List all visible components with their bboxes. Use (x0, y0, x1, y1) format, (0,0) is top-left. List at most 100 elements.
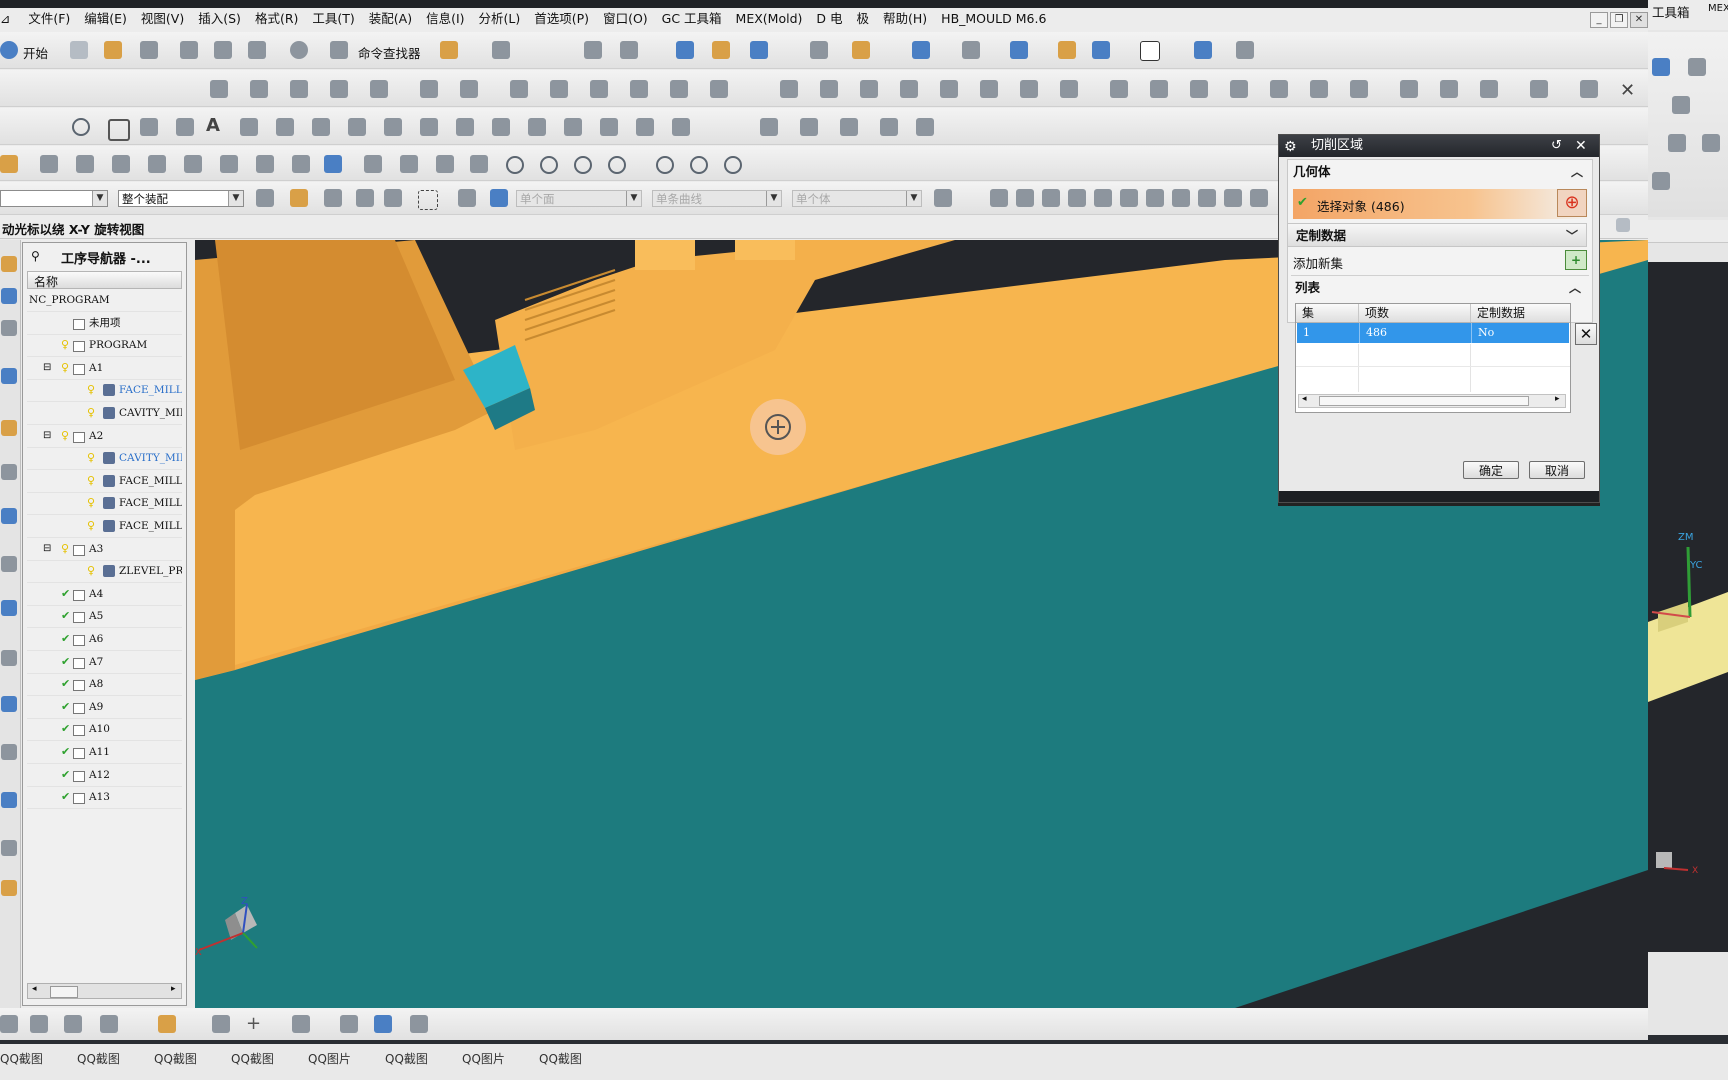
navigator-row[interactable]: ✔ A6 (27, 628, 182, 651)
create-tool-icon[interactable] (250, 80, 268, 98)
navigator-row[interactable]: ♀ FACE_MILLIN (27, 470, 182, 493)
menu-item[interactable]: 极 (850, 8, 877, 28)
assembly-icon[interactable] (0, 1015, 18, 1033)
feature-ops-icon[interactable] (1270, 80, 1288, 98)
replay-path-icon[interactable] (550, 80, 568, 98)
plane-icon[interactable] (712, 41, 730, 59)
cancel-button[interactable]: 取消 (1529, 461, 1585, 479)
restore-button[interactable]: ❐ (1610, 12, 1628, 28)
csys-icon[interactable] (750, 41, 768, 59)
polygon-icon[interactable] (140, 118, 158, 136)
point-icon[interactable] (676, 41, 694, 59)
menu-item[interactable]: 编辑(E) (77, 8, 134, 28)
extend-curve-icon[interactable] (364, 155, 382, 173)
move-component-icon[interactable] (100, 1015, 118, 1033)
rectangle-icon[interactable] (108, 119, 130, 141)
verify-path-icon[interactable] (590, 80, 608, 98)
type-filter-select[interactable]: ▼ (0, 190, 108, 207)
point-set-icon[interactable] (470, 155, 488, 173)
snap-view-icon[interactable] (1236, 41, 1254, 59)
deselect-icon[interactable] (356, 189, 374, 207)
scroll-thumb[interactable] (50, 986, 78, 998)
mold-wizard-icon[interactable] (158, 1015, 176, 1033)
face-select-icon[interactable] (490, 189, 508, 207)
circle-radius-icon[interactable] (656, 156, 674, 174)
circle-full-icon[interactable] (724, 156, 742, 174)
collapse-toggle-icon[interactable]: ⊟ (43, 425, 51, 447)
sketch-icon[interactable] (420, 80, 438, 98)
touch-mode-icon[interactable] (440, 41, 458, 59)
layer-move-icon[interactable] (292, 1015, 310, 1033)
table-row[interactable]: 1 486 No (1297, 323, 1569, 343)
import-icon[interactable] (1530, 80, 1548, 98)
secondary-menu-mex[interactable]: MEX( (1708, 3, 1728, 14)
cut-object-icon[interactable] (980, 80, 998, 98)
menu-item[interactable]: 帮助(H) (876, 8, 934, 28)
box-select-icon[interactable] (418, 190, 438, 210)
custom-data-section-header[interactable]: 定制数据 ﹀ (1287, 223, 1587, 247)
zoom-area-icon[interactable] (1480, 80, 1498, 98)
remove-icon[interactable]: ✕ (1620, 80, 1635, 101)
snap-bounded-icon[interactable] (1224, 189, 1242, 207)
navigator-row[interactable]: ♀ CAVITY_MILL (27, 447, 182, 471)
navigator-row[interactable]: ✔ A10 (27, 718, 182, 742)
geometry-section-header[interactable]: 几何体 ︿ (1287, 160, 1591, 184)
intersect-curve-icon[interactable] (312, 118, 330, 136)
display-path-icon[interactable] (1110, 80, 1128, 98)
taskbar-item[interactable]: QQ图片 (308, 1050, 351, 1067)
menu-item[interactable]: 装配(A) (362, 8, 419, 28)
circle-tangent-icon[interactable] (574, 156, 592, 174)
arc-icon[interactable] (72, 118, 90, 136)
taskbar-item[interactable]: QQ截图 (0, 1050, 43, 1067)
curve-analysis-icon[interactable] (436, 155, 454, 173)
sync-offset-icon[interactable] (840, 118, 858, 136)
list-section-header[interactable]: 列表 ︿ (1291, 275, 1589, 300)
select-object-row[interactable]: ✔ 选择对象 (486) ⊕ (1293, 189, 1589, 219)
command-finder-button[interactable]: 命令查找器 (358, 43, 421, 62)
selection-icon[interactable] (492, 41, 510, 59)
group-icon[interactable] (1400, 80, 1418, 98)
compare-icon[interactable] (1440, 80, 1458, 98)
sync-delete-icon[interactable] (916, 118, 934, 136)
copy-object-icon[interactable] (1020, 80, 1038, 98)
navigator-row[interactable]: ⊟ ♀ A2 (27, 425, 182, 448)
method-view-icon[interactable] (900, 80, 918, 98)
edit-curve-icon[interactable] (0, 155, 18, 173)
smooth-spline-icon[interactable] (256, 155, 274, 173)
snap-existing-icon[interactable] (1146, 189, 1164, 207)
snap-quadrant-icon[interactable] (1120, 189, 1138, 207)
curve-length-icon[interactable] (220, 155, 238, 173)
paste-icon[interactable] (248, 41, 266, 59)
tool-path-icon[interactable] (1310, 80, 1328, 98)
undo-icon[interactable] (290, 41, 308, 59)
mold-tools-icon[interactable] (410, 1015, 428, 1033)
taskbar-item[interactable]: QQ截图 (231, 1050, 274, 1067)
start-button[interactable]: 开始 (23, 43, 48, 62)
navigator-row[interactable]: ♀ ZLEVEL_PROF (27, 560, 182, 584)
close-icon[interactable]: ✕ (1575, 135, 1587, 157)
menu-item[interactable]: HB_MOULD M6.6 (934, 8, 1053, 28)
menu-item[interactable]: 插入(S) (191, 8, 248, 28)
secondary-graphics-window[interactable]: ZM YC X (1648, 262, 1728, 952)
properties-icon[interactable] (1230, 80, 1248, 98)
navigator-row[interactable]: ♀ FACE_MILLIN (27, 379, 182, 403)
navigator-row[interactable]: ✔ A12 (27, 764, 182, 787)
snap-point-on-face-icon[interactable] (1198, 189, 1216, 207)
taskbar-item[interactable]: QQ图片 (462, 1050, 505, 1067)
measure-icon[interactable] (852, 41, 870, 59)
render-style-icon[interactable] (962, 41, 980, 59)
chamfer-curve-icon[interactable] (184, 155, 202, 173)
collapse-toggle-icon[interactable]: ⊟ (43, 538, 51, 560)
menu-item[interactable]: 文件(F) (21, 8, 77, 28)
horizontal-scrollbar[interactable]: ◂ ▸ (27, 983, 182, 999)
component-pattern-icon[interactable] (64, 1015, 82, 1033)
background-icon[interactable] (1140, 41, 1160, 61)
close-window-button[interactable]: ✕ (1630, 12, 1648, 28)
sync-move-face-icon[interactable] (760, 118, 778, 136)
filter-icon[interactable] (934, 189, 952, 207)
zoom-icon[interactable] (1092, 41, 1110, 59)
navigator-row[interactable]: ♀ FACE_MILLIN (27, 492, 182, 516)
navigator-row[interactable]: NC_PROGRAM (27, 289, 182, 312)
collapse-toggle-icon[interactable]: ⊟ (43, 357, 51, 379)
trim-curve-icon[interactable] (76, 155, 94, 173)
